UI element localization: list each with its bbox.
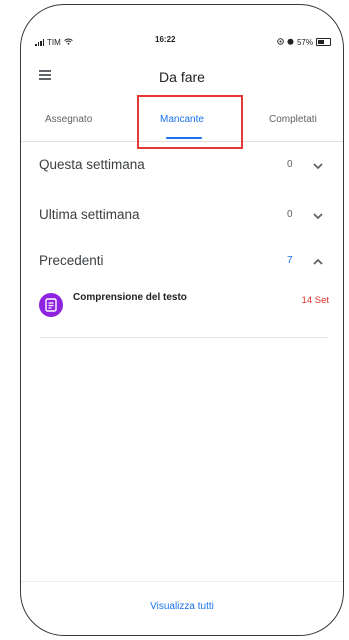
section-questa-settimana[interactable]: Questa settimana 0	[21, 151, 343, 181]
wifi-icon	[63, 38, 73, 47]
section-label: Questa settimana	[39, 157, 145, 172]
section-count: 7	[287, 255, 293, 266]
tab-completati[interactable]: Completati	[269, 111, 317, 141]
section-label: Ultima settimana	[39, 207, 140, 222]
carrier-label: TIM	[47, 37, 61, 47]
highlight-box	[137, 95, 243, 149]
page-title: Da fare	[159, 69, 205, 85]
battery-percent: 57%	[296, 37, 313, 47]
alarm-icon	[287, 38, 294, 47]
chevron-down-icon[interactable]	[311, 159, 325, 173]
status-bar: TIM 16:22 57%	[35, 35, 331, 49]
status-time: 16:22	[155, 35, 176, 44]
app-bar: Da fare	[21, 63, 343, 91]
section-precedenti[interactable]: Precedenti 7	[21, 247, 343, 277]
signal-icon	[35, 38, 44, 46]
chevron-up-icon[interactable]	[311, 255, 325, 269]
assignment-icon	[39, 293, 63, 317]
view-all-link[interactable]: Visualizza tutti	[21, 601, 343, 612]
item-title: Comprensione del testo	[73, 292, 187, 303]
footer-divider	[21, 581, 343, 582]
location-icon	[277, 37, 284, 47]
item-due-date: 14 Set	[301, 295, 329, 306]
section-count: 0	[287, 209, 293, 220]
status-left: TIM	[35, 38, 73, 47]
chevron-down-icon[interactable]	[311, 209, 325, 223]
phone-frame: TIM 16:22 57% Da fare Assegnato Mancante…	[20, 4, 344, 636]
status-right: 57%	[277, 38, 331, 47]
section-count: 0	[287, 159, 293, 170]
section-ultima-settimana[interactable]: Ultima settimana 0	[21, 201, 343, 231]
section-label: Precedenti	[39, 253, 104, 268]
battery-icon	[316, 38, 331, 46]
tab-assegnato[interactable]: Assegnato	[45, 111, 92, 141]
list-item[interactable]: Comprensione del testo 14 Set	[39, 287, 329, 338]
